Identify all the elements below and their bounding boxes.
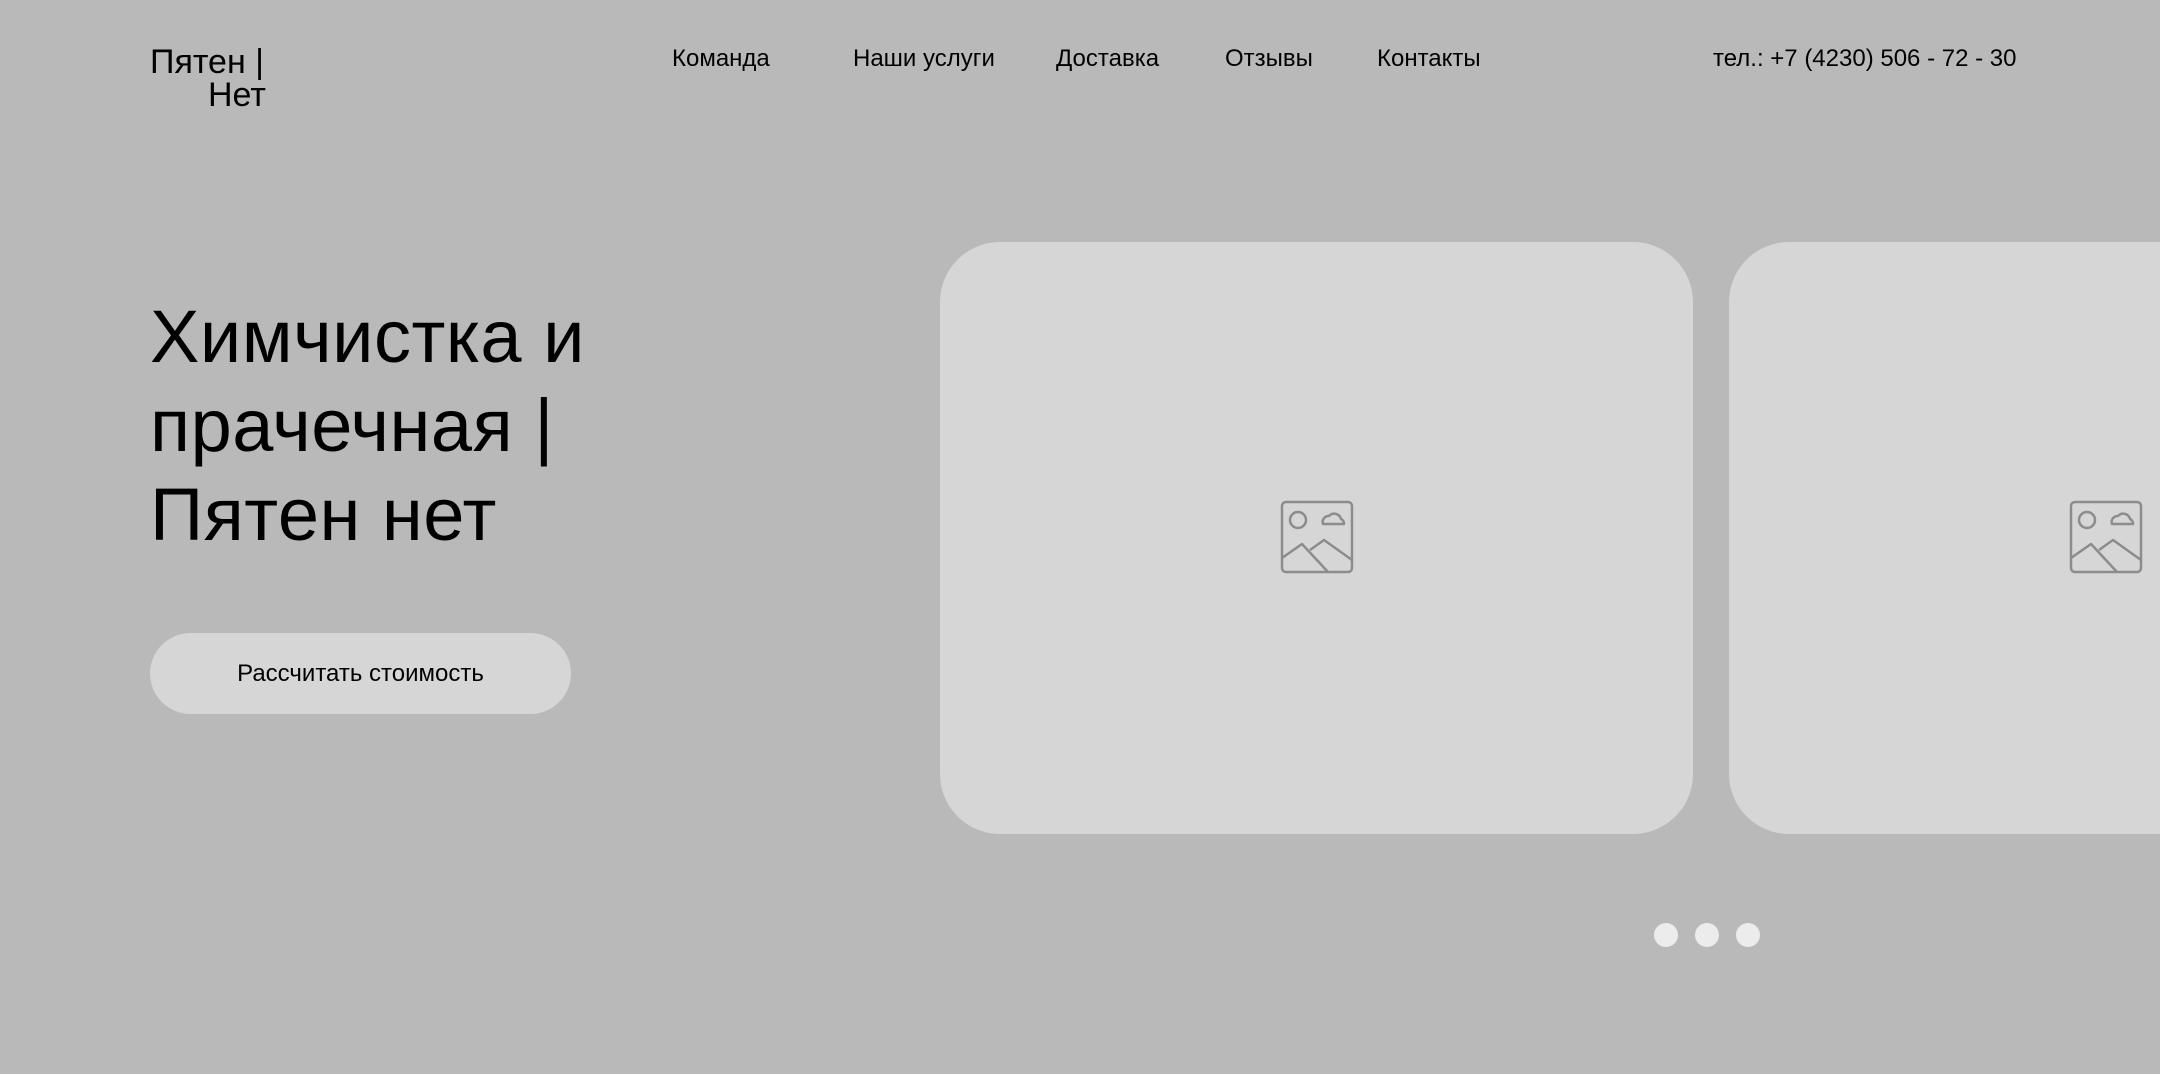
- calculate-cost-button[interactable]: Рассчитать стоимость: [150, 633, 571, 714]
- hero-section: Пятен | Нет Команда Наши услуги Доставка…: [0, 0, 2160, 1074]
- nav-item-services[interactable]: Наши услуги: [853, 44, 995, 74]
- hero-title-line-3: Пятен нет: [150, 473, 497, 556]
- slider-dot-2[interactable]: [1695, 923, 1719, 947]
- hero-title-line-2: прачечная |: [150, 384, 554, 467]
- hero-title: Химчистка и прачечная | Пятен нет: [150, 292, 585, 559]
- logo-line-2: Нет: [208, 76, 266, 114]
- slider-card-1[interactable]: [940, 242, 1693, 834]
- slider-dot-1[interactable]: [1654, 923, 1678, 947]
- nav-item-delivery[interactable]: Доставка: [1056, 44, 1159, 74]
- image-placeholder-icon: [1280, 500, 1354, 574]
- phone-number[interactable]: тел.: +7 (4230) 506 - 72 - 30: [1713, 44, 2016, 74]
- slider-card-2[interactable]: [1729, 242, 2160, 834]
- nav-item-team[interactable]: Команда: [672, 44, 770, 74]
- logo-line-1: Пятен |: [150, 43, 265, 81]
- slider-dot-3[interactable]: [1736, 923, 1760, 947]
- image-placeholder-icon: [2069, 500, 2143, 574]
- nav-item-reviews[interactable]: Отзывы: [1225, 44, 1313, 74]
- hero-title-line-1: Химчистка и: [150, 295, 585, 378]
- logo[interactable]: Пятен | Нет: [150, 43, 266, 114]
- nav-item-contacts[interactable]: Контакты: [1377, 44, 1481, 74]
